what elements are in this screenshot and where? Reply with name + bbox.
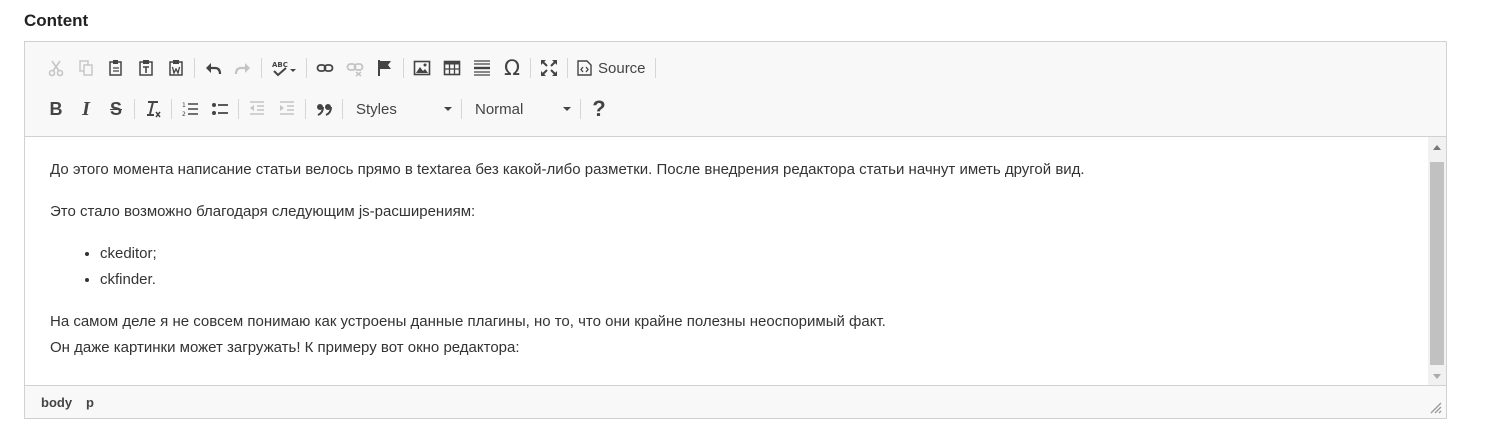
resize-handle-icon[interactable] (1430, 402, 1442, 414)
source-button-label: Source (598, 59, 646, 77)
list-item: ckeditor; (100, 241, 1428, 267)
source-button[interactable]: Source (571, 54, 652, 82)
anchor-flag-icon[interactable] (370, 54, 400, 82)
chevron-down-icon (563, 107, 571, 111)
spellcheck-icon[interactable]: ABC (265, 54, 303, 82)
toolbar-separator (654, 58, 656, 78)
styles-dropdown-value: Styles (356, 100, 397, 118)
path-item-body[interactable]: body (41, 395, 72, 410)
rich-text-editor: ABC Ω Source B I S 1 2 Styles Normal ? Д… (24, 41, 1447, 419)
toolbar-separator (261, 58, 262, 78)
scroll-up-arrow-icon[interactable] (1433, 145, 1441, 150)
content-paragraph: Это стало возможно благодаря следующим j… (50, 203, 476, 220)
paste-word-icon[interactable] (161, 54, 191, 82)
table-icon[interactable] (437, 54, 467, 82)
unlink-icon[interactable] (340, 54, 370, 82)
toolbar-separator (567, 58, 568, 78)
path-item-p[interactable]: p (86, 395, 94, 410)
source-icon (577, 60, 592, 76)
maximize-icon[interactable] (534, 54, 564, 82)
copy-icon[interactable] (71, 54, 101, 82)
numbered-list-icon[interactable]: 12 (175, 95, 205, 123)
bulleted-list-icon[interactable] (205, 95, 235, 123)
chevron-down-icon (444, 107, 452, 111)
editor-content-area[interactable]: До этого момента написание статьи велось… (25, 137, 1428, 387)
toolbar-separator (134, 99, 135, 119)
svg-text:2: 2 (182, 111, 186, 118)
horizontal-line-icon[interactable] (467, 54, 497, 82)
undo-icon[interactable] (198, 54, 228, 82)
strike-icon[interactable]: S (101, 95, 131, 123)
toolbar-separator (461, 99, 462, 119)
redo-icon[interactable] (228, 54, 258, 82)
blockquote-icon[interactable] (309, 95, 339, 123)
format-dropdown-value: Normal (475, 100, 524, 118)
element-path-bar: body p (25, 385, 1446, 418)
scroll-down-arrow-icon[interactable] (1433, 374, 1441, 379)
toolbar-separator (342, 99, 343, 119)
toolbar-separator (580, 99, 581, 119)
omega-icon[interactable]: Ω (497, 54, 527, 82)
toolbar-separator (194, 58, 195, 78)
vertical-scrollbar[interactable] (1428, 137, 1446, 387)
toolbar-separator (403, 58, 404, 78)
help-icon[interactable]: ? (584, 95, 614, 123)
content-bullet-list: ckeditor; ckfinder. (25, 241, 1428, 293)
content-paragraph: До этого момента написание статьи велось… (50, 161, 1085, 178)
toolbar-row-2: B I S 12 Styles Normal ? (41, 94, 614, 124)
toolbar-separator (306, 58, 307, 78)
toolbar-separator (530, 58, 531, 78)
list-item: ckfinder. (100, 267, 1428, 293)
content-paragraph: На самом деле я не совсем понимаю как ус… (25, 309, 1428, 361)
toolbar-separator (305, 99, 306, 119)
paste-icon[interactable] (101, 54, 131, 82)
bold-icon[interactable]: B (41, 95, 71, 123)
toolbar-row-1: ABC Ω Source (41, 53, 659, 83)
cut-icon[interactable] (41, 54, 71, 82)
styles-dropdown[interactable]: Styles (346, 95, 458, 123)
toolbar-separator (171, 99, 172, 119)
outdent-icon[interactable] (242, 95, 272, 123)
editor-toolbar: ABC Ω Source B I S 1 2 Styles Normal ? (25, 42, 1446, 137)
format-dropdown[interactable]: Normal (465, 95, 577, 123)
indent-icon[interactable] (272, 95, 302, 123)
image-icon[interactable] (407, 54, 437, 82)
content-line: Он даже картинки может загружать! К прим… (50, 339, 520, 356)
remove-format-icon[interactable] (138, 95, 168, 123)
scrollbar-thumb[interactable] (1430, 162, 1444, 365)
paste-text-icon[interactable] (131, 54, 161, 82)
italic-icon[interactable]: I (71, 95, 101, 123)
toolbar-separator (238, 99, 239, 119)
link-icon[interactable] (310, 54, 340, 82)
content-line: На самом деле я не совсем понимаю как ус… (50, 313, 886, 330)
svg-text:1: 1 (182, 102, 186, 109)
content-field-label: Content (24, 11, 89, 30)
